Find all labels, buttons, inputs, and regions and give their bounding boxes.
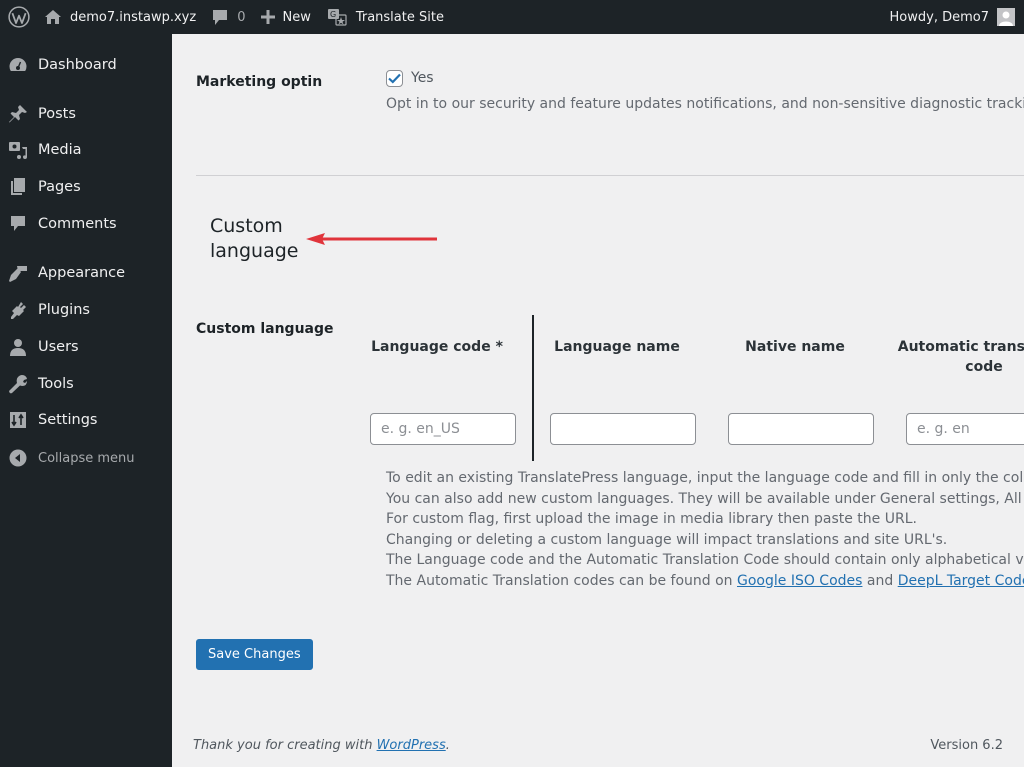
sidebar-item-comments[interactable]: Comments [0,207,172,241]
comment-icon [213,9,228,25]
sidebar-item-label: Settings [38,412,98,428]
note-line: To edit an existing TranslatePress langu… [386,470,1024,486]
avatar [997,8,1015,26]
site-name-link[interactable]: demo7.instawp.xyz [36,0,204,34]
user-avatar-icon [999,11,1013,26]
pin-icon [8,104,28,124]
translate-site-link[interactable]: G Translate Site [319,0,452,34]
plus-icon [261,10,276,24]
sidebar-item-dashboard[interactable]: Dashboard [0,48,172,82]
wordpress-logo-icon [8,6,30,28]
sidebar-item-users[interactable]: Users [0,330,172,364]
marketing-optin-checkbox[interactable] [386,70,403,87]
sidebar-item-label: Comments [38,216,117,232]
howdy-text: Howdy, Demo7 [889,9,989,25]
home-icon [45,10,61,24]
pages-icon [8,177,28,197]
translate-icon: G [327,9,347,26]
comments-count: 0 [237,9,246,25]
marketing-optin-description: Opt in to our security and feature updat… [386,96,1024,112]
user-icon [8,337,28,357]
footer-thanks: Thank you for creating with WordPress. [193,738,450,753]
native-name-input[interactable] [728,413,874,445]
main-content: Marketing optin Yes Opt in to our securi… [172,34,1024,767]
marketing-optin-yes-label[interactable]: Yes [411,70,434,86]
sidebar-item-tools[interactable]: Tools [0,367,172,401]
comments-link[interactable]: 0 [204,0,253,34]
sidebar-item-plugins[interactable]: Plugins [0,293,172,327]
sidebar-item-label: Users [38,339,79,355]
sliders-icon [8,410,28,430]
column-separator [532,315,534,461]
column-header-native-name: Native name [745,339,845,355]
footer-version: Version 6.2 [930,738,1003,753]
sidebar-item-media[interactable]: Media [0,133,172,167]
column-header-language-code: Language code * [371,339,503,355]
media-icon [8,140,28,160]
new-content-button[interactable]: New [253,0,318,34]
wordpress-link[interactable]: WordPress [377,738,446,753]
sidebar-item-label: Plugins [38,302,90,318]
collapse-menu-label: Collapse menu [38,450,135,466]
sidebar-item-label: Pages [38,179,81,195]
column-header-automatic-translation-code: Automatic translation code [897,339,1024,375]
custom-language-notes: To edit an existing TranslatePress langu… [386,468,1024,591]
wordpress-logo-button[interactable] [0,0,36,34]
note-line: For custom flag, first upload the image … [386,511,917,527]
custom-language-label: Custom language [196,321,334,337]
collapse-icon [8,448,28,468]
collapse-menu-button[interactable]: Collapse menu [0,441,172,475]
marketing-optin-label: Marketing optin [196,74,323,90]
note-line: You can also add new custom languages. T… [386,490,1024,507]
red-arrow-annotation [306,233,437,245]
translate-label: Translate Site [355,9,444,25]
sidebar-item-appearance[interactable]: Appearance [0,256,172,290]
wrench-icon [8,374,28,394]
sidebar-item-label: Dashboard [38,57,117,73]
comment-icon [8,214,28,234]
admin-sidebar: Dashboard Posts Media Pages Comments App… [0,34,172,767]
my-account-menu[interactable]: Howdy, Demo7 [890,8,1024,26]
note-text: The Automatic Translation codes can be f… [386,572,737,589]
sidebar-item-label: Posts [38,106,76,122]
save-changes-button[interactable]: Save Changes [196,639,313,670]
svg-text:G: G [330,10,336,19]
site-name: demo7.instawp.xyz [70,9,197,25]
sidebar-item-label: Appearance [38,265,126,281]
note-line: The Automatic Translation codes can be f… [386,571,1024,592]
footer-thanks-text: Thank you for creating with [193,738,377,753]
sidebar-item-posts[interactable]: Posts [0,97,172,131]
sidebar-item-label: Media [38,142,82,158]
note-text: and [862,572,898,589]
section-divider [196,175,1024,176]
note-line: The Language code and the Automatic Tran… [386,552,1024,568]
footer-thanks-suffix: . [445,738,450,753]
column-header-language-name: Language name [554,339,680,355]
sidebar-item-settings[interactable]: Settings [0,403,172,437]
sidebar-item-label: Tools [38,376,74,392]
sidebar-item-pages[interactable]: Pages [0,170,172,204]
new-label: New [282,9,311,25]
google-iso-codes-link[interactable]: Google ISO Codes [737,573,862,589]
dashboard-icon [8,55,28,75]
language-code-input[interactable] [370,413,516,445]
deepl-target-codes-link[interactable]: DeepL Target Codes [898,573,1024,589]
note-line: Changing or deleting a custom language w… [386,531,948,548]
plug-icon [8,300,28,320]
admin-bar: demo7.instawp.xyz 0 New G Translate Site… [0,0,1024,34]
automatic-translation-code-input[interactable] [906,413,1024,445]
language-name-input[interactable] [550,413,696,445]
checkmark-icon [388,73,401,84]
paintbrush-icon [8,263,28,283]
